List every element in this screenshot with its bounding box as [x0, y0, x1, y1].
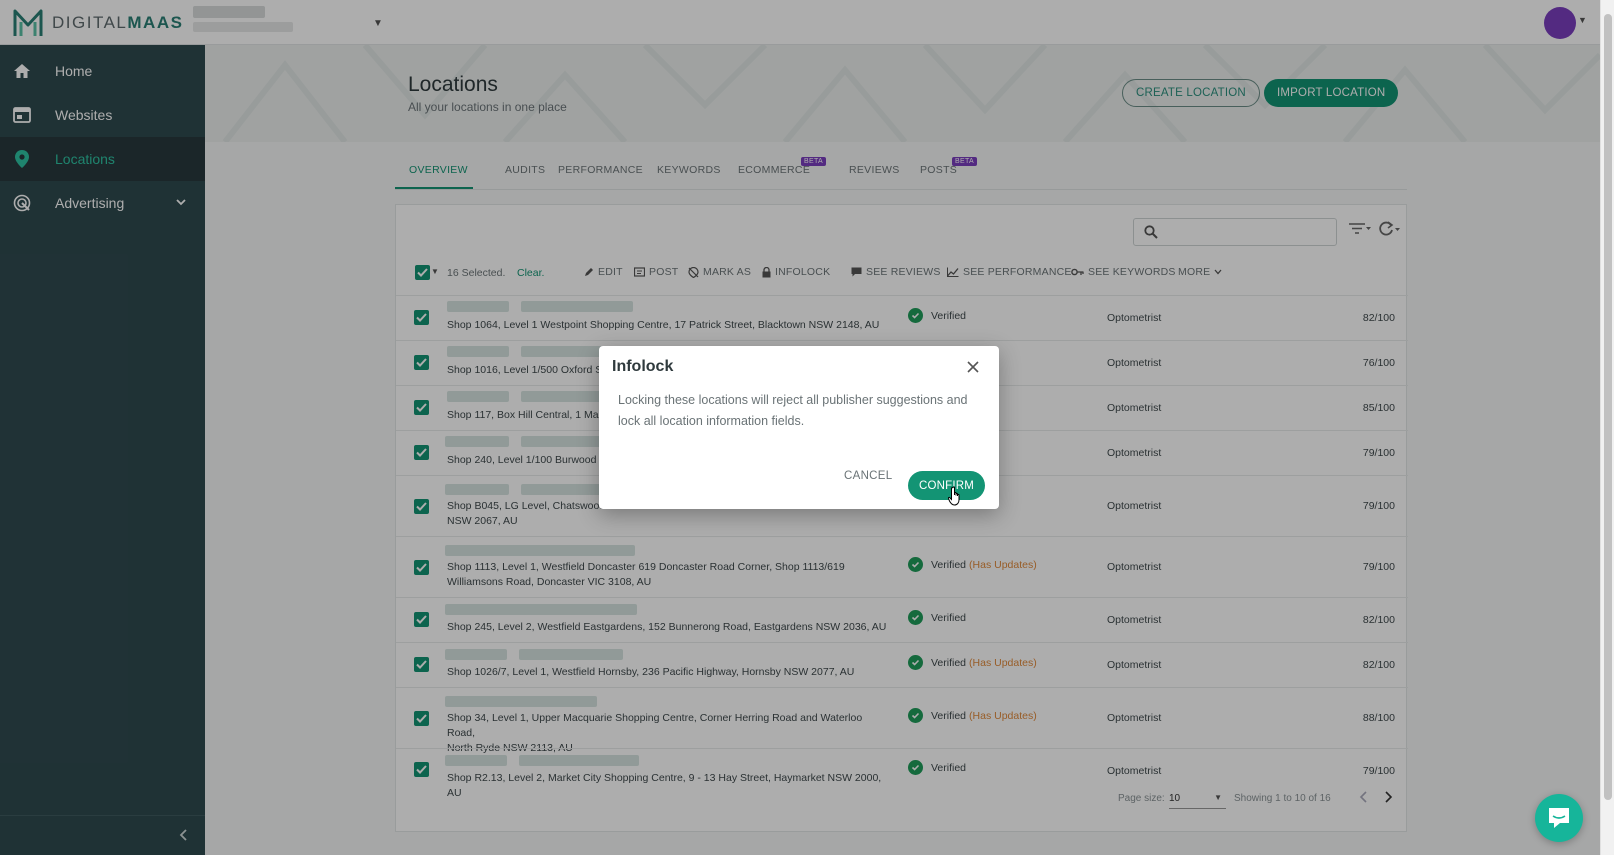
chat-bubble-icon — [1549, 808, 1569, 828]
hand-pointer-cursor-icon — [948, 486, 960, 506]
chat-widget-button[interactable] — [1535, 794, 1583, 842]
close-icon[interactable] — [967, 360, 979, 378]
dialog-message: Locking these locations will reject all … — [618, 393, 968, 428]
dialog-title: Infolock — [612, 358, 674, 375]
page-scrollbar[interactable] — [1600, 0, 1614, 855]
confirm-button[interactable]: CONFIRM — [908, 471, 985, 500]
infolock-dialog: Infolock Locking these locations will re… — [599, 346, 999, 509]
scrollbar-thumb[interactable] — [1604, 14, 1612, 800]
cancel-button[interactable]: CANCEL — [844, 470, 892, 482]
